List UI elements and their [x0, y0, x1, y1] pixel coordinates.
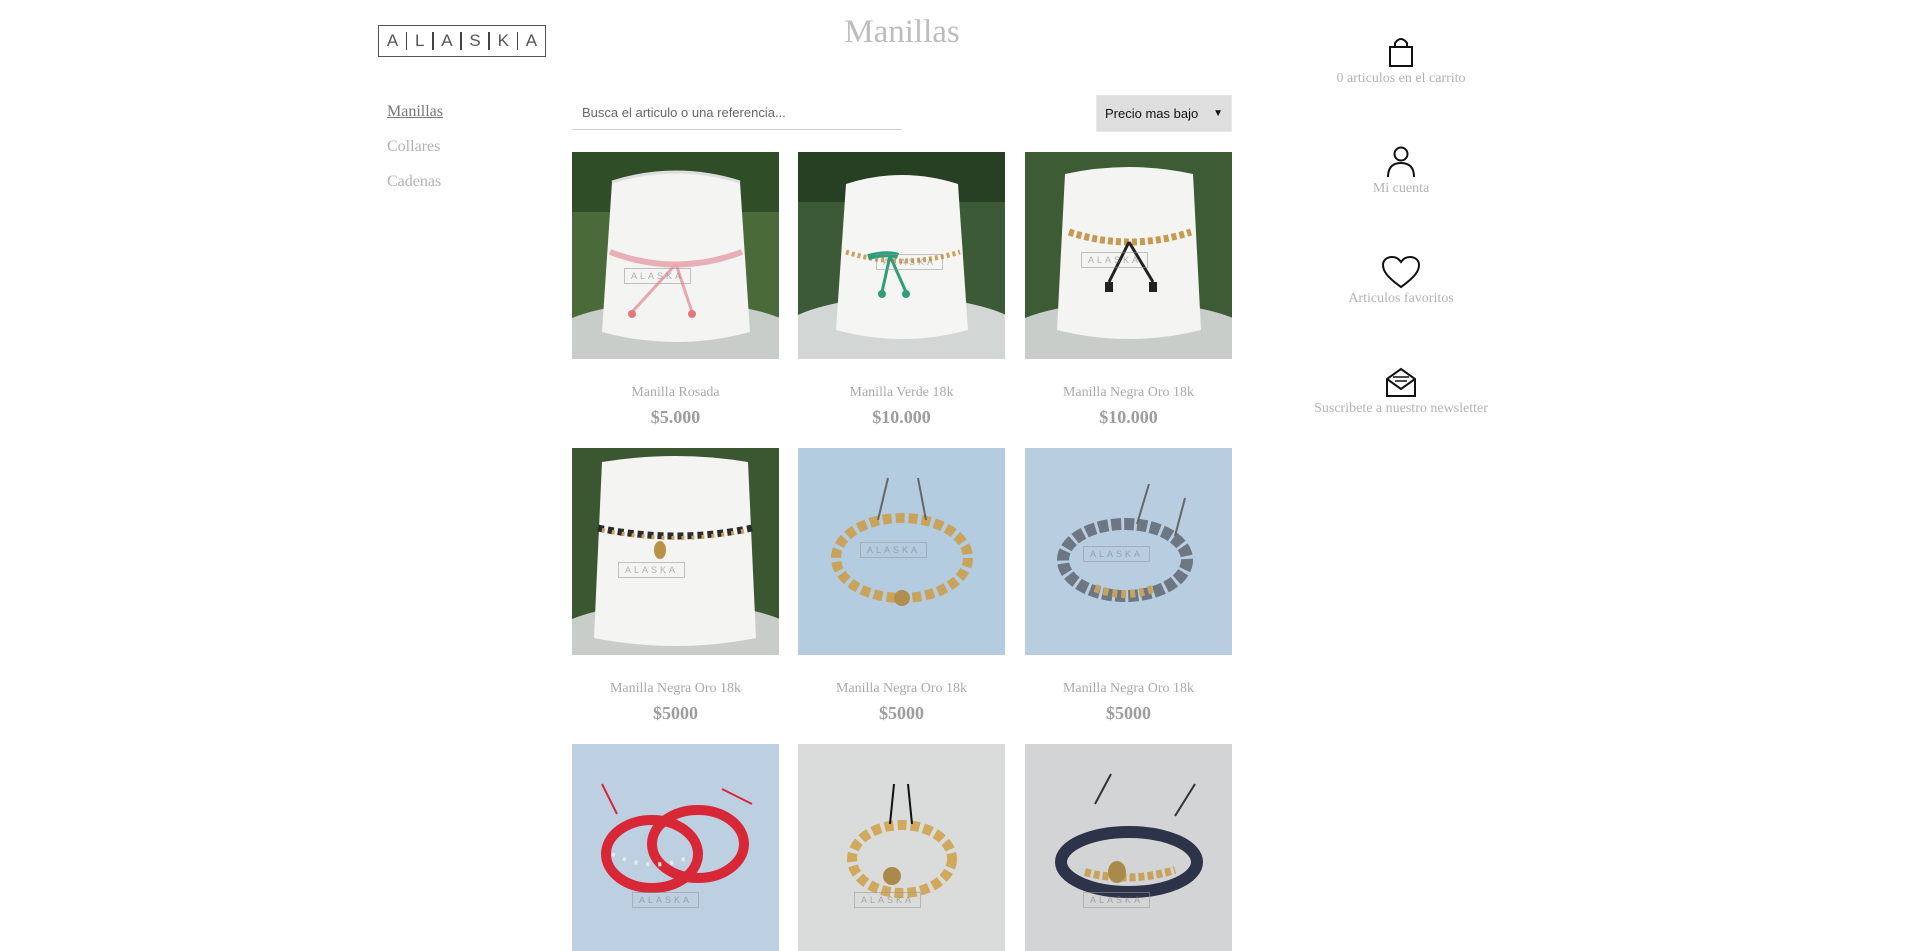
logo-letter: A — [441, 31, 453, 50]
product-image[interactable]: ALASKA — [572, 448, 779, 655]
product-image[interactable]: ALASKA — [1025, 744, 1232, 951]
product-card[interactable]: ALASKA — [572, 744, 779, 951]
product-card[interactable]: ALASKA Manilla Negra Oro 18k $5000 — [798, 448, 1005, 723]
account-link[interactable]: Mi cuenta — [1290, 145, 1512, 197]
product-name[interactable]: Manilla Negra Oro 18k — [1025, 385, 1232, 401]
product-price: $5000 — [653, 703, 698, 723]
logo-divider — [432, 32, 434, 50]
product-card[interactable]: ALASKA — [798, 744, 1005, 951]
sort-select[interactable]: Precio mas bajo ▼ — [1096, 95, 1232, 132]
logo-divider — [488, 32, 490, 50]
logo-letter: S — [469, 31, 481, 50]
logo-letter: A — [386, 31, 399, 50]
watermark: ALASKA — [1083, 546, 1151, 562]
favorites-label: Articulos favoritos — [1348, 291, 1454, 306]
sort-selected-label: Precio mas bajo — [1105, 106, 1199, 121]
product-image[interactable]: ALASKA — [798, 152, 1005, 359]
product-name[interactable]: Manilla Negra Oro 18k — [1025, 681, 1232, 697]
account-label: Mi cuenta — [1372, 181, 1430, 196]
sidebar-item-collares[interactable]: Collares — [387, 136, 443, 171]
cart-link[interactable]: 0 articulos en el carrito — [1290, 35, 1512, 87]
brand-logo[interactable]: A L A S K A — [378, 25, 546, 57]
heart-icon — [1381, 255, 1421, 289]
category-sidebar: Manillas Collares Cadenas — [387, 101, 443, 206]
logo-letter: A — [525, 31, 538, 50]
search-input[interactable] — [572, 96, 902, 130]
user-icon — [1387, 146, 1415, 178]
watermark: ALASKA — [618, 562, 686, 578]
product-card[interactable]: ALASKA — [1025, 744, 1232, 951]
product-image[interactable]: ALASKA — [1025, 152, 1232, 359]
sidebar-item-manillas[interactable]: Manillas — [387, 101, 443, 136]
product-price: $5000 — [1106, 703, 1151, 723]
product-price: $5000 — [879, 703, 924, 723]
product-name[interactable]: Manilla Negra Oro 18k — [572, 681, 779, 697]
favorites-link[interactable]: Articulos favoritos — [1290, 255, 1512, 307]
logo-divider — [405, 32, 408, 50]
product-image[interactable]: ALASKA — [798, 448, 1005, 655]
product-name[interactable]: Manilla Rosada — [572, 385, 779, 401]
watermark: ALASKA — [1081, 252, 1149, 268]
envelope-icon — [1386, 367, 1416, 397]
logo-divider — [516, 32, 519, 50]
product-price: $10.000 — [1099, 407, 1158, 427]
product-card[interactable]: ALASKA Manilla Rosada $5.000 — [572, 152, 779, 427]
newsletter-label: Suscribete a nuestro newsletter — [1314, 401, 1488, 416]
product-card[interactable]: ALASKA Manilla Negra Oro 18k $10.000 — [1025, 152, 1232, 427]
product-image[interactable]: ALASKA — [798, 744, 1005, 951]
product-image[interactable]: ALASKA — [572, 744, 779, 951]
newsletter-link[interactable]: Suscribete a nuestro newsletter — [1290, 365, 1512, 417]
watermark: ALASKA — [854, 892, 922, 908]
product-price: $10.000 — [872, 407, 931, 427]
product-price: $5.000 — [650, 407, 701, 427]
logo-divider — [460, 32, 462, 50]
product-image[interactable]: ALASKA — [572, 152, 779, 359]
cart-label: 0 articulos en el carrito — [1336, 71, 1466, 86]
shopping-bag-icon — [1389, 38, 1413, 67]
product-card[interactable]: ALASKA Manilla Negra Oro 18k $5000 — [1025, 448, 1232, 723]
watermark: ALASKA — [632, 892, 700, 908]
product-card[interactable]: ALASKA Manilla Negra Oro 18k $5000 — [572, 448, 779, 723]
page-title: Manillas — [844, 14, 960, 50]
watermark: ALASKA — [624, 268, 692, 284]
watermark: ALASKA — [876, 254, 944, 270]
product-name[interactable]: Manilla Verde 18k — [798, 385, 1005, 401]
logo-letter: K — [497, 31, 509, 50]
logo-letter: L — [414, 31, 425, 50]
watermark: ALASKA — [860, 542, 928, 558]
product-name[interactable]: Manilla Negra Oro 18k — [798, 681, 1005, 697]
product-card[interactable]: ALASKA Manilla Verde 18k $10.000 — [798, 152, 1005, 427]
sidebar-item-cadenas[interactable]: Cadenas — [387, 171, 443, 206]
watermark: ALASKA — [1083, 892, 1151, 908]
product-image[interactable]: ALASKA — [1025, 448, 1232, 655]
chevron-down-icon: ▼ — [1213, 108, 1223, 119]
